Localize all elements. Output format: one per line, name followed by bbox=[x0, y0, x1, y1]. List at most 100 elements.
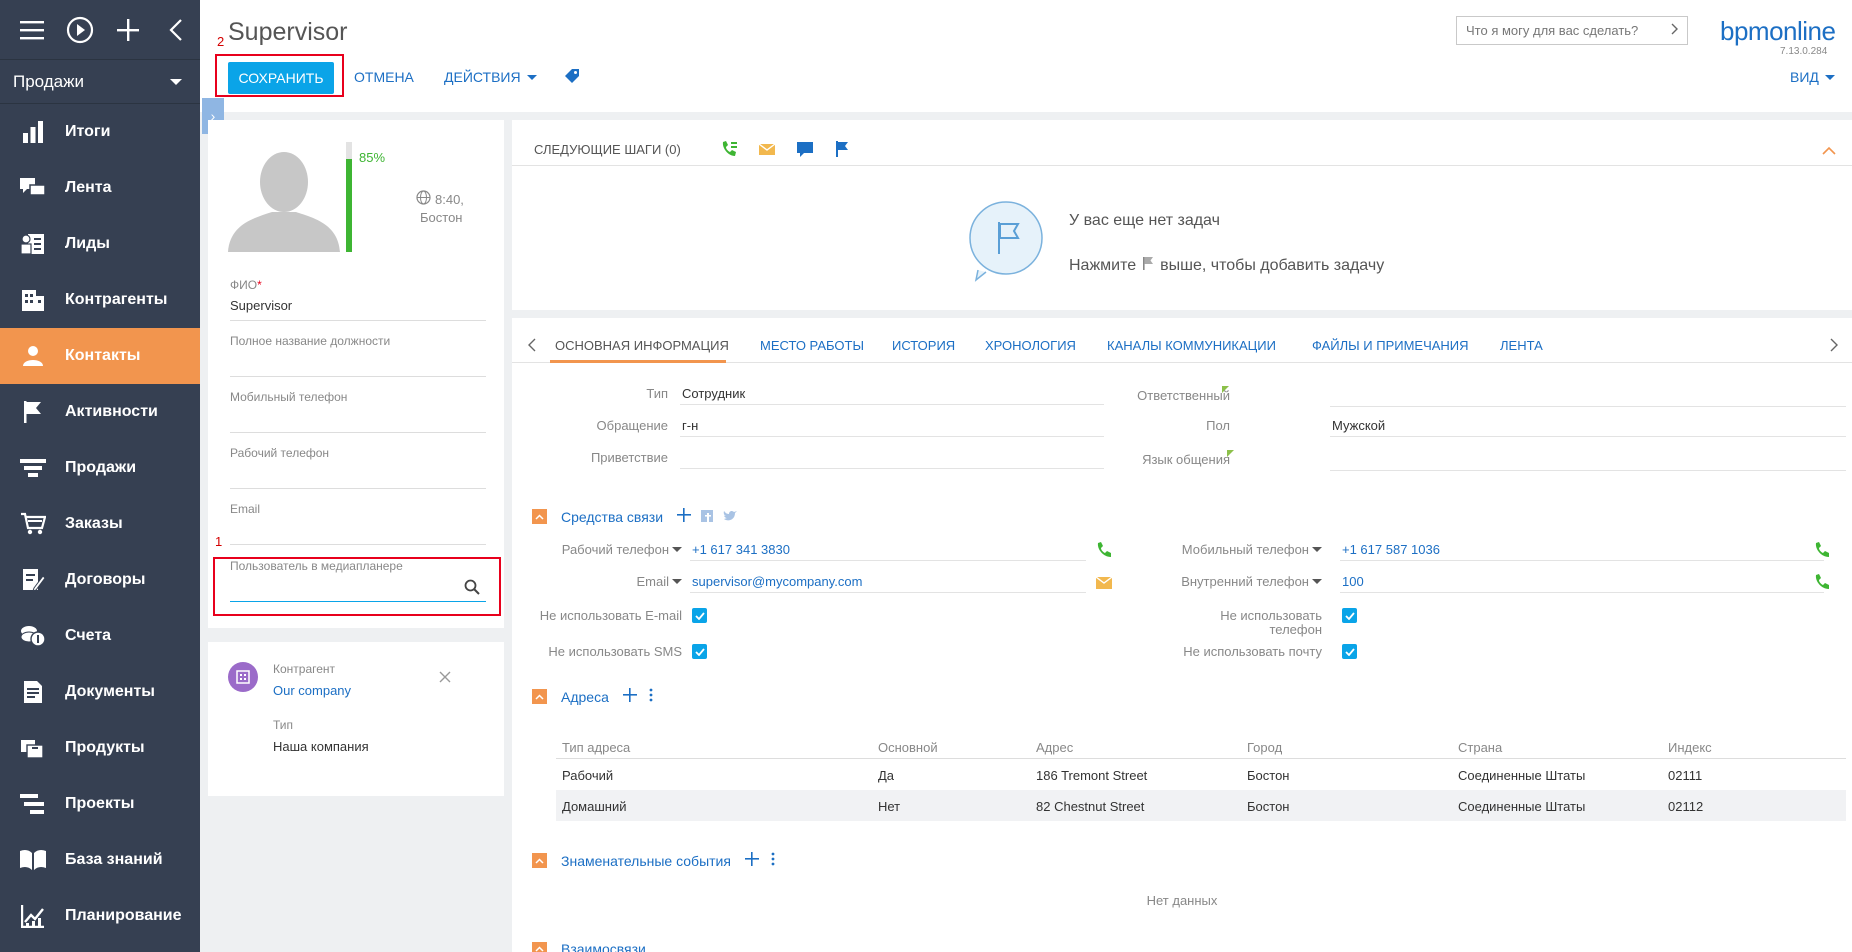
column-header[interactable]: Тип адреса bbox=[562, 740, 630, 755]
salutation-value[interactable]: г-н bbox=[682, 418, 698, 433]
menu-icon[interactable] bbox=[8, 20, 56, 40]
chevron-left-icon[interactable] bbox=[152, 18, 200, 42]
internal-value[interactable]: 100 bbox=[1342, 574, 1364, 589]
plus-icon[interactable] bbox=[104, 18, 152, 42]
sidebar-item-totals[interactable]: Итоги bbox=[0, 104, 200, 160]
account-link[interactable]: Our company bbox=[273, 683, 351, 698]
chevron-up-icon[interactable] bbox=[1822, 142, 1836, 160]
tab-main-info[interactable]: ОСНОВНАЯ ИНФОРМАЦИЯ bbox=[555, 338, 729, 353]
language-input[interactable] bbox=[1330, 470, 1846, 471]
no-email-checkbox[interactable] bbox=[692, 608, 707, 623]
twitter-icon[interactable] bbox=[723, 509, 738, 525]
column-header[interactable]: Индекс bbox=[1668, 740, 1712, 755]
media-planner-user-label: Пользователь в медиапланере bbox=[230, 559, 403, 573]
work-phone-label: Рабочий телефон bbox=[230, 446, 330, 460]
command-search-input[interactable]: Что я могу для вас сделать? bbox=[1456, 16, 1688, 45]
field-underline bbox=[230, 376, 486, 377]
column-header[interactable]: Основной bbox=[878, 740, 938, 755]
sidebar-item-activities[interactable]: Активности bbox=[0, 384, 200, 440]
more-icon[interactable] bbox=[649, 688, 653, 705]
type-value[interactable]: Сотрудник bbox=[682, 386, 745, 401]
sidebar-item-accounts[interactable]: Контрагенты bbox=[0, 272, 200, 328]
call-icon[interactable] bbox=[1814, 542, 1830, 563]
communication-title: Средства связи bbox=[561, 508, 664, 525]
contact-photo[interactable] bbox=[228, 142, 340, 252]
document-icon bbox=[0, 680, 65, 704]
email-type-select[interactable]: Email bbox=[532, 574, 682, 589]
chat-icon[interactable] bbox=[796, 140, 814, 163]
call-icon[interactable] bbox=[720, 140, 738, 163]
tab-timeline[interactable]: ХРОНОЛОГИЯ bbox=[985, 338, 1076, 353]
view-button[interactable]: ВИД bbox=[1790, 69, 1835, 85]
table-row[interactable]: Рабочий Да 186 Tremont Street Бостон Сое… bbox=[556, 759, 1846, 790]
relations-section-header[interactable]: Взаимосвязи bbox=[532, 941, 646, 952]
work-phone-type-select[interactable]: Рабочий телефон bbox=[532, 542, 682, 557]
facebook-icon[interactable] bbox=[701, 509, 714, 525]
sidebar-item-planning[interactable]: Планирование bbox=[0, 888, 200, 944]
email-field[interactable]: Email bbox=[230, 502, 486, 547]
add-icon[interactable] bbox=[677, 508, 692, 525]
more-icon[interactable] bbox=[771, 852, 775, 869]
owner-input[interactable] bbox=[1330, 406, 1846, 407]
close-icon[interactable] bbox=[439, 670, 451, 688]
add-icon[interactable] bbox=[622, 688, 637, 705]
sidebar-item-projects[interactable]: Проекты bbox=[0, 776, 200, 832]
table-cell: Нет bbox=[878, 799, 901, 814]
no-phone-checkbox[interactable] bbox=[1342, 608, 1357, 623]
call-icon[interactable] bbox=[1814, 574, 1830, 595]
email-value[interactable]: supervisor@mycompany.com bbox=[692, 574, 862, 589]
mobile-phone-field[interactable]: Мобильный телефон bbox=[230, 390, 486, 435]
greeting-input[interactable] bbox=[680, 468, 1104, 469]
save-button[interactable]: СОХРАНИТЬ bbox=[228, 62, 334, 94]
sidebar-item-contacts[interactable]: Контакты bbox=[0, 328, 200, 384]
sidebar-item-invoices[interactable]: Счета bbox=[0, 608, 200, 664]
gender-value[interactable]: Мужской bbox=[1332, 418, 1385, 433]
media-planner-user-field[interactable]: Пользователь в медиапланере bbox=[230, 559, 486, 604]
email-icon[interactable] bbox=[758, 140, 776, 163]
search-icon[interactable] bbox=[464, 579, 480, 600]
sidebar-item-contracts[interactable]: Договоры bbox=[0, 552, 200, 608]
no-sms-checkbox[interactable] bbox=[692, 644, 707, 659]
sidebar-item-label: Продукты bbox=[65, 739, 145, 756]
tab-history[interactable]: ИСТОРИЯ bbox=[892, 338, 955, 353]
tab-workplace[interactable]: МЕСТО РАБОТЫ bbox=[760, 338, 864, 353]
work-phone-field[interactable]: Рабочий телефон bbox=[230, 446, 486, 491]
tag-icon[interactable] bbox=[564, 68, 580, 87]
actions-button[interactable]: ДЕЙСТВИЯ bbox=[444, 69, 537, 85]
brand-logo: bpmonline bbox=[1720, 16, 1836, 46]
sidebar-item-orders[interactable]: Заказы bbox=[0, 496, 200, 552]
chevron-left-icon[interactable] bbox=[528, 338, 536, 357]
internal-phone-type-select[interactable]: Внутренний телефон bbox=[1092, 574, 1322, 589]
sidebar-item-documents[interactable]: Документы bbox=[0, 664, 200, 720]
tab-files-notes[interactable]: ФАЙЛЫ И ПРИМЕЧАНИЯ bbox=[1312, 338, 1469, 353]
communication-section-header[interactable]: Средства связи bbox=[532, 508, 738, 525]
tab-communication-channels[interactable]: КАНАЛЫ КОММУНИКАЦИИ bbox=[1107, 338, 1276, 353]
mobile-value[interactable]: +1 617 587 1036 bbox=[1342, 542, 1440, 557]
table-row[interactable]: Домашний Нет 82 Chestnut Street Бостон С… bbox=[556, 790, 1846, 821]
no-mail-checkbox[interactable] bbox=[1342, 644, 1357, 659]
flag-icon[interactable] bbox=[834, 140, 850, 163]
sidebar-item-opportunities[interactable]: Продажи bbox=[0, 440, 200, 496]
add-icon[interactable] bbox=[744, 852, 759, 869]
job-title-field[interactable]: Полное название должности bbox=[230, 334, 486, 379]
column-header[interactable]: Страна bbox=[1458, 740, 1502, 755]
chevron-right-icon[interactable] bbox=[1830, 338, 1838, 357]
column-header[interactable]: Город bbox=[1247, 740, 1282, 755]
work-phone-value[interactable]: +1 617 341 3830 bbox=[692, 542, 790, 557]
workplace-select[interactable]: Продажи bbox=[0, 60, 200, 104]
bar-chart-icon bbox=[0, 121, 65, 143]
addresses-section-header[interactable]: Адреса bbox=[532, 688, 653, 705]
play-icon[interactable] bbox=[56, 16, 104, 44]
sidebar-item-feed[interactable]: Лента bbox=[0, 160, 200, 216]
tab-feed[interactable]: ЛЕНТА bbox=[1500, 338, 1543, 353]
fio-field[interactable]: ФИО* Supervisor bbox=[230, 278, 486, 323]
events-section-header[interactable]: Знаменательные события bbox=[532, 852, 775, 869]
sidebar-item-knowledge-base[interactable]: База знаний bbox=[0, 832, 200, 888]
cancel-button[interactable]: ОТМЕНА bbox=[354, 69, 414, 85]
mobile-phone-type-select[interactable]: Мобильный телефон bbox=[1092, 542, 1322, 557]
next-steps-actions bbox=[720, 140, 850, 163]
sidebar-item-products[interactable]: Продукты bbox=[0, 720, 200, 776]
column-header[interactable]: Адрес bbox=[1036, 740, 1073, 755]
marker-2: 2 bbox=[217, 34, 225, 49]
sidebar-item-leads[interactable]: Лиды bbox=[0, 216, 200, 272]
